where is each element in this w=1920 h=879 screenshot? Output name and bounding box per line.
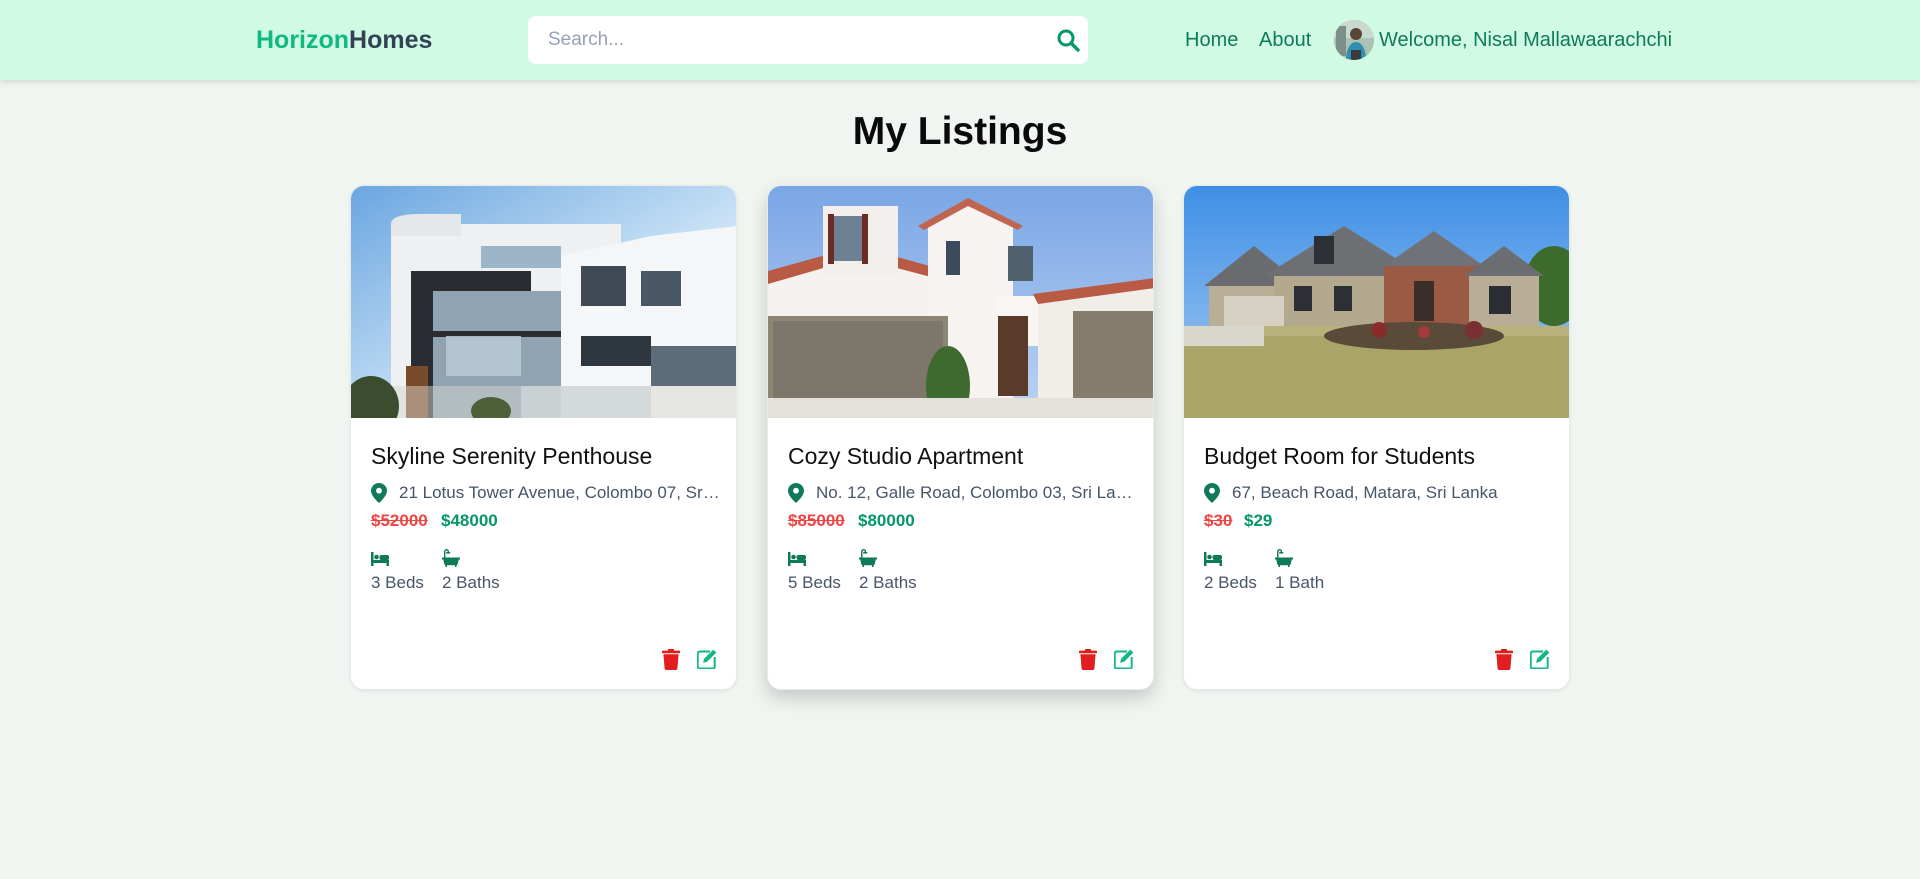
old-price: $85000 <box>788 511 845 530</box>
welcome-text[interactable]: Welcome, Nisal Mallawaarachchi <box>1379 29 1672 52</box>
location-pin-icon <box>1204 483 1220 503</box>
beds-count: 2 Beds <box>1204 573 1257 592</box>
listing-card[interactable]: Budget Room for Students 67, Beach Road,… <box>1183 185 1570 690</box>
top-navbar: HorizonHomes Home About Welcome, Nisal M… <box>0 0 1920 80</box>
listing-address: No. 12, Galle Road, Colombo 03, Sri Lank… <box>788 481 1138 505</box>
beds-count: 3 Beds <box>371 573 424 592</box>
search-icon[interactable] <box>1056 28 1080 52</box>
listing-photo[interactable] <box>768 186 1153 418</box>
trash-icon[interactable] <box>662 649 680 670</box>
bath-icon <box>442 549 460 567</box>
beds-count: 5 Beds <box>788 573 841 592</box>
listing-address: 21 Lotus Tower Avenue, Colombo 07, Sri L… <box>371 481 721 505</box>
address-text: 67, Beach Road, Matara, Sri Lanka <box>1232 483 1498 502</box>
baths-count: 2 Baths <box>859 573 917 592</box>
logo-part-horizon: Horizon <box>256 26 350 54</box>
page-title: My Listings <box>852 110 1068 153</box>
listing-photo[interactable] <box>351 186 736 418</box>
new-price: $48000 <box>441 511 498 530</box>
old-price: $52000 <box>371 511 428 530</box>
listing-card[interactable]: Skyline Serenity Penthouse 21 Lotus Towe… <box>350 185 737 690</box>
address-text: No. 12, Galle Road, Colombo 03, Sri Lank… <box>816 483 1138 502</box>
bed-icon <box>788 552 806 566</box>
listing-photo[interactable] <box>1184 186 1569 418</box>
location-pin-icon <box>788 483 804 503</box>
trash-icon[interactable] <box>1495 649 1513 670</box>
bath-icon <box>1275 549 1293 567</box>
logo-part-homes: Homes <box>349 26 433 54</box>
avatar[interactable] <box>1334 20 1374 60</box>
listing-address: 67, Beach Road, Matara, Sri Lanka <box>1204 481 1554 505</box>
listing-card[interactable]: Cozy Studio Apartment No. 12, Galle Road… <box>767 185 1154 690</box>
location-pin-icon <box>371 483 387 503</box>
old-price: $30 <box>1204 511 1233 530</box>
edit-icon[interactable] <box>697 649 717 669</box>
address-text: 21 Lotus Tower Avenue, Colombo 07, Sri L… <box>399 483 721 502</box>
trash-icon[interactable] <box>1079 649 1097 670</box>
nav-link-home[interactable]: Home <box>1185 29 1238 52</box>
bed-icon <box>1204 552 1222 566</box>
brand-logo[interactable]: HorizonHomes <box>256 26 432 55</box>
edit-icon[interactable] <box>1530 649 1550 669</box>
search-input[interactable] <box>528 16 1048 64</box>
edit-icon[interactable] <box>1114 649 1134 669</box>
new-price: $29 <box>1244 511 1273 530</box>
listing-title[interactable]: Cozy Studio Apartment <box>788 443 1023 470</box>
baths-count: 1 Bath <box>1275 573 1325 592</box>
nav-link-about[interactable]: About <box>1259 29 1311 52</box>
bath-icon <box>859 549 877 567</box>
listing-title[interactable]: Skyline Serenity Penthouse <box>371 443 652 470</box>
new-price: $80000 <box>858 511 915 530</box>
listing-title[interactable]: Budget Room for Students <box>1204 443 1475 470</box>
baths-count: 2 Baths <box>442 573 500 592</box>
search-box <box>528 16 1088 64</box>
bed-icon <box>371 552 389 566</box>
